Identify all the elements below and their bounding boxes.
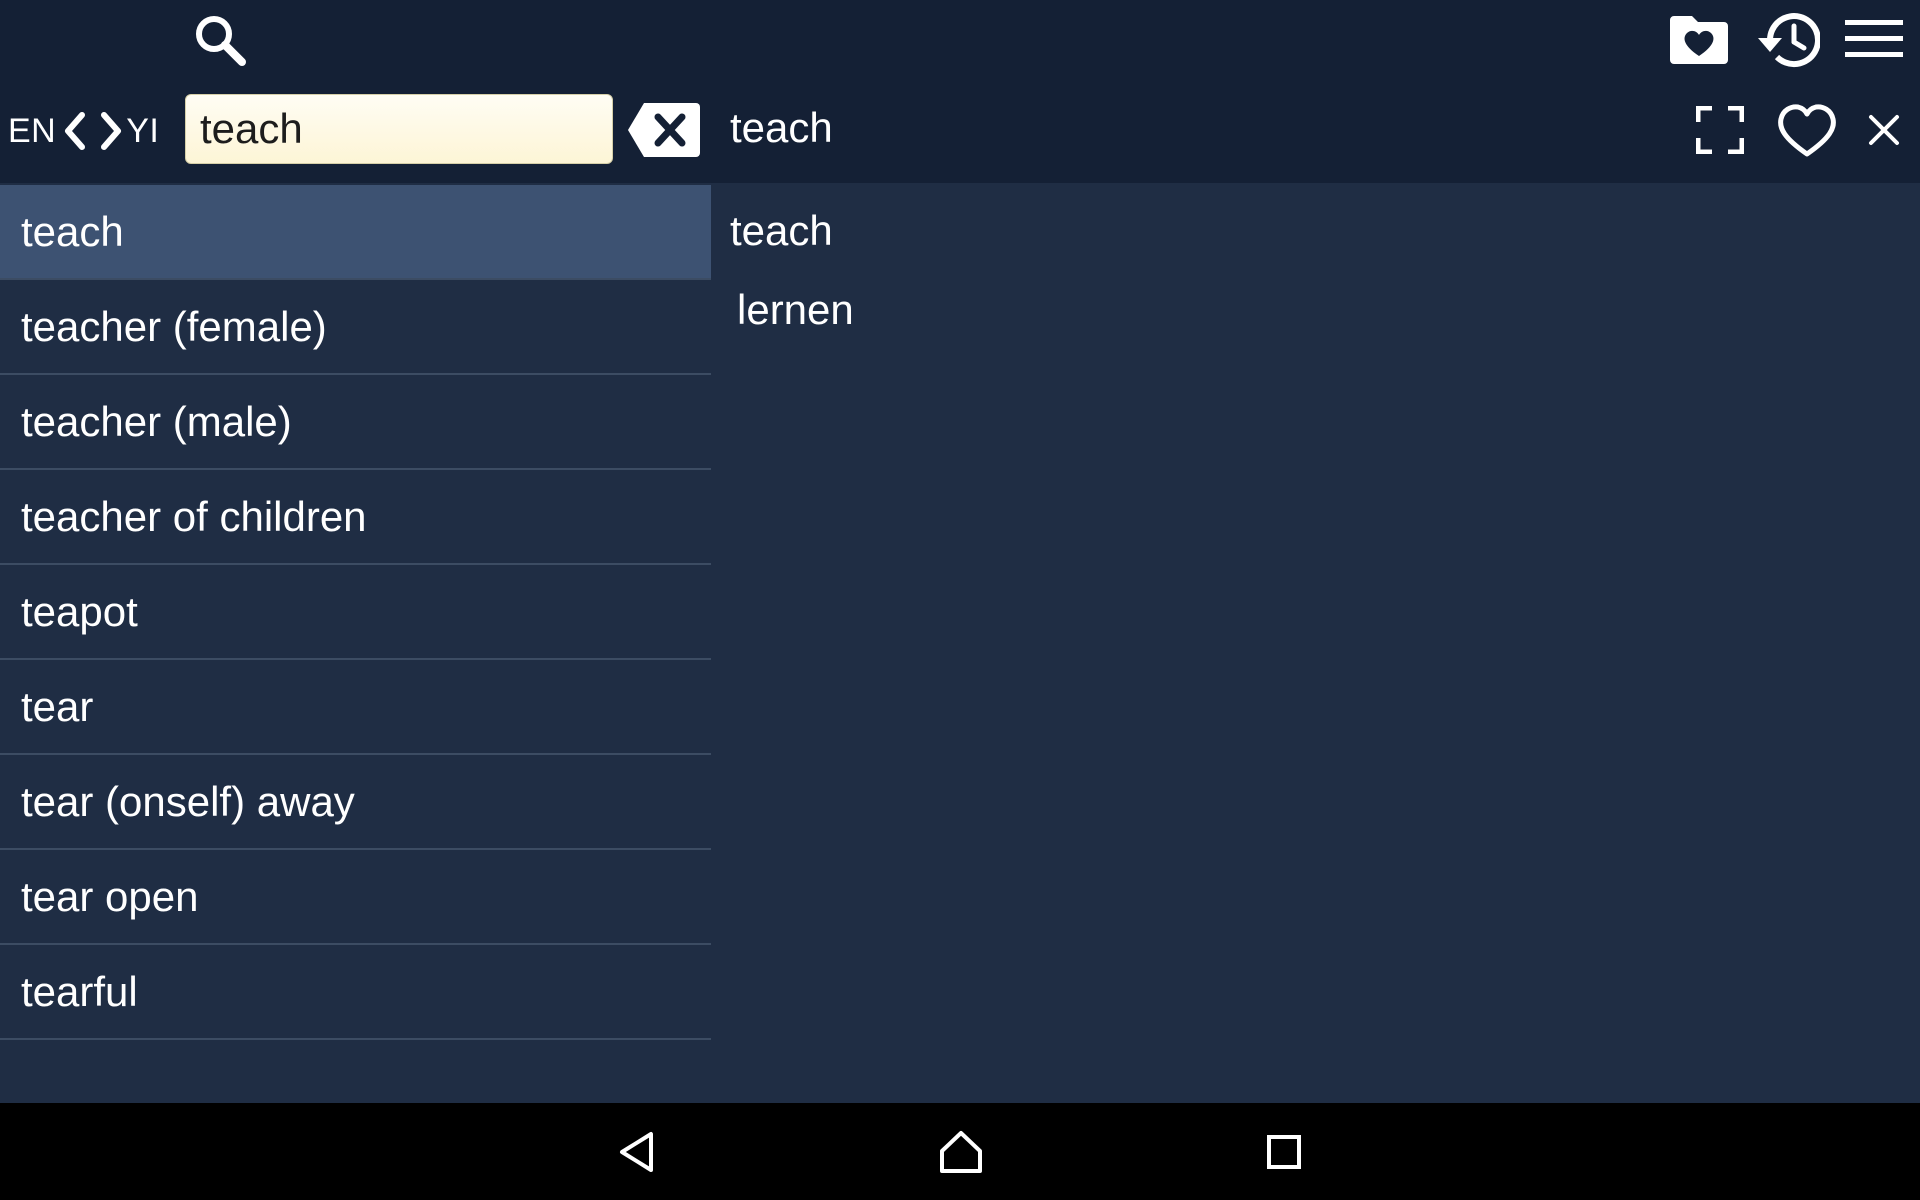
source-language-label: EN — [8, 111, 57, 150]
list-item[interactable]: teacher (male) — [0, 375, 711, 470]
recents-icon[interactable] — [1262, 1127, 1306, 1177]
list-item-label: tear — [21, 682, 94, 730]
list-item[interactable]: teapot — [0, 565, 711, 660]
list-item[interactable]: tear (onself) away — [0, 755, 711, 850]
search-input[interactable] — [185, 94, 613, 164]
close-icon[interactable] — [1866, 112, 1902, 148]
top-toolbar: EN YI teach — [0, 0, 1920, 183]
clear-input-icon[interactable] — [627, 102, 701, 158]
translation-detail-pane: teach lernen — [711, 185, 1920, 1103]
history-icon[interactable] — [1756, 10, 1820, 70]
list-item-label: teacher (female) — [21, 302, 327, 350]
list-item-label: tear open — [21, 872, 199, 920]
detail-header-title: teach — [730, 104, 833, 151]
list-item-label: teach — [21, 207, 124, 255]
list-item[interactable]: tear — [0, 660, 711, 755]
word-list: teach teacher (female) teacher (male) te… — [0, 185, 711, 1040]
list-item-label: teacher of children — [21, 492, 367, 540]
home-icon[interactable] — [934, 1125, 988, 1179]
fullscreen-icon[interactable] — [1694, 104, 1746, 156]
menu-icon[interactable] — [1844, 16, 1904, 62]
target-language-label: YI — [126, 111, 160, 150]
list-item[interactable]: teacher of children — [0, 470, 711, 565]
list-item-label: tear (onself) away — [21, 777, 355, 825]
list-item-label: tearful — [21, 967, 138, 1015]
heart-icon[interactable] — [1776, 100, 1838, 160]
chevron-right-icon[interactable] — [98, 111, 124, 151]
language-switcher[interactable]: EN YI — [8, 105, 159, 157]
search-icon[interactable] — [190, 10, 250, 70]
back-icon[interactable] — [612, 1125, 662, 1179]
list-item-label: teapot — [21, 587, 138, 635]
detail-translation: lernen — [737, 286, 854, 333]
list-item[interactable]: teacher (female) — [0, 280, 711, 375]
detail-headword: teach — [730, 207, 833, 254]
list-item[interactable]: tear open — [0, 850, 711, 945]
list-item-label: teacher (male) — [21, 397, 292, 445]
list-item[interactable]: tearful — [0, 945, 711, 1040]
system-navigation-bar — [0, 1103, 1920, 1200]
favorites-folder-icon[interactable] — [1668, 12, 1730, 68]
chevron-left-icon[interactable] — [62, 111, 88, 151]
list-item[interactable]: teach — [0, 185, 711, 280]
